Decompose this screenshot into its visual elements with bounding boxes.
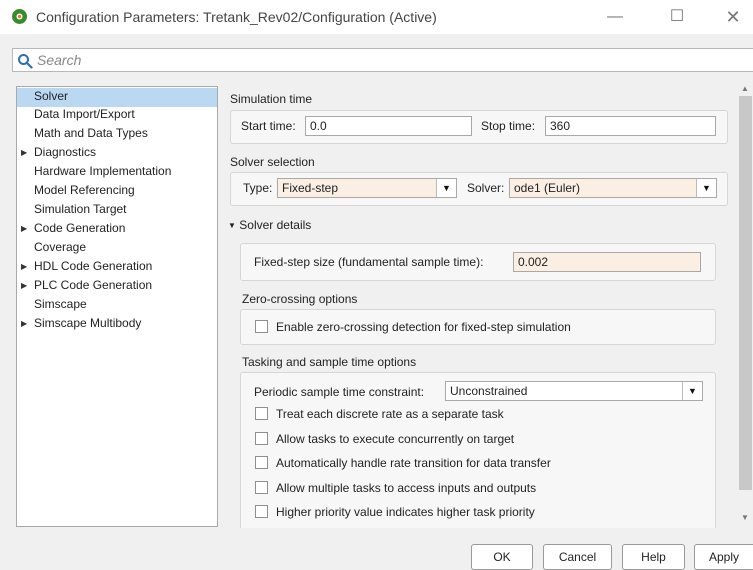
separate-task-label: Treat each discrete rate as a separate t…	[276, 407, 504, 421]
stop-time-label: Stop time:	[481, 119, 536, 133]
solver-details-toggle[interactable]: ▼ Solver details	[228, 218, 311, 232]
dropdown-arrow-icon[interactable]: ▼	[682, 382, 702, 400]
tree-item-simscape-multibody[interactable]: ▶ Simscape Multibody	[17, 315, 217, 334]
solver-select[interactable]: ode1 (Euler) ▼	[509, 178, 717, 198]
tree-item-plc-code-generation[interactable]: ▶ PLC Code Generation	[17, 277, 217, 296]
tree-item-simulation-target[interactable]: Simulation Target	[17, 201, 217, 220]
higher-priority-label: Higher priority value indicates higher t…	[276, 505, 535, 519]
start-time-label: Start time:	[241, 119, 296, 133]
fixed-step-group: Fixed-step size (fundamental sample time…	[240, 243, 716, 281]
start-time-field[interactable]: 0.0	[305, 116, 472, 136]
fixed-step-size-label: Fixed-step size (fundamental sample time…	[254, 255, 484, 269]
expand-arrow-icon[interactable]: ▶	[21, 315, 27, 332]
tasking-title: Tasking and sample time options	[242, 355, 417, 369]
dropdown-arrow-icon[interactable]: ▼	[696, 179, 716, 197]
tree-item-label: Model Referencing	[34, 183, 135, 197]
rate-transition-label: Automatically handle rate transition for…	[276, 456, 551, 470]
tree-item-label: Hardware Implementation	[34, 164, 172, 178]
expand-arrow-icon[interactable]: ▶	[21, 258, 27, 275]
search-input[interactable]	[37, 50, 737, 70]
collapse-arrow-icon[interactable]: ▼	[228, 221, 236, 230]
concurrent-tasks-checkbox[interactable]	[255, 432, 268, 445]
enable-zero-crossing-checkbox[interactable]	[255, 320, 268, 333]
tree-item-code-generation[interactable]: ▶ Code Generation	[17, 220, 217, 239]
tree-item-label: Code Generation	[34, 221, 126, 235]
solver-type-label: Type:	[243, 181, 273, 195]
solver-settings-pane: Simulation time Start time: 0.0 Stop tim…	[226, 80, 736, 528]
solver-selection-title: Solver selection	[230, 155, 315, 169]
solver-value: ode1 (Euler)	[514, 181, 581, 195]
tree-item-label: Data Import/Export	[34, 107, 135, 121]
tree-item-hardware-implementation[interactable]: Hardware Implementation	[17, 163, 217, 182]
zero-crossing-group: Enable zero-crossing detection for fixed…	[240, 309, 716, 345]
solver-label: Solver:	[467, 181, 505, 195]
tree-item-coverage[interactable]: Coverage	[17, 239, 217, 258]
search-icon	[18, 54, 33, 69]
simulation-time-title: Simulation time	[230, 92, 313, 106]
scroll-thumb[interactable]	[739, 96, 752, 490]
close-button[interactable]: ✕	[721, 6, 745, 28]
periodic-constraint-value: Unconstrained	[450, 384, 528, 398]
tree-item-hdl-code-generation[interactable]: ▶ HDL Code Generation	[17, 258, 217, 277]
tree-item-label: HDL Code Generation	[34, 259, 153, 273]
cancel-button[interactable]: Cancel	[543, 544, 612, 570]
expand-arrow-icon[interactable]: ▶	[21, 144, 27, 161]
multiple-tasks-io-checkbox[interactable]	[255, 481, 268, 494]
stop-time-field[interactable]: 360	[545, 116, 716, 136]
apply-button[interactable]: Apply	[694, 544, 753, 570]
tree-item-label: Coverage	[34, 240, 87, 254]
periodic-constraint-select[interactable]: Unconstrained ▼	[445, 381, 703, 401]
fixed-step-size-field[interactable]: 0.002	[513, 252, 701, 272]
concurrent-tasks-label: Allow tasks to execute concurrently on t…	[276, 432, 515, 446]
higher-priority-checkbox[interactable]	[255, 505, 268, 518]
scroll-down-icon[interactable]: ▼	[741, 513, 749, 522]
tree-item-math-and-data-types[interactable]: Math and Data Types	[17, 125, 217, 144]
maximize-button[interactable]: ☐	[665, 6, 689, 28]
solver-type-value: Fixed-step	[282, 181, 339, 195]
tree-item-label: Simscape	[34, 297, 87, 311]
help-button[interactable]: Help	[622, 544, 685, 570]
rate-transition-checkbox[interactable]	[255, 456, 268, 469]
multiple-tasks-io-label: Allow multiple tasks to access inputs an…	[276, 481, 537, 495]
tasking-group: Periodic sample time constraint: Unconst…	[240, 372, 716, 528]
solver-type-select[interactable]: Fixed-step ▼	[277, 178, 457, 198]
tree-item-label: Diagnostics	[34, 145, 97, 159]
category-tree: Solver Data Import/Export Math and Data …	[16, 86, 218, 527]
periodic-constraint-label: Periodic sample time constraint:	[254, 385, 425, 399]
tree-item-data-import-export[interactable]: Data Import/Export	[17, 106, 217, 125]
enable-zero-crossing-label: Enable zero-crossing detection for fixed…	[276, 320, 571, 334]
tree-item-label: Math and Data Types	[34, 126, 148, 140]
expand-arrow-icon[interactable]: ▶	[21, 277, 27, 294]
window-title: Configuration Parameters: Tretank_Rev02/…	[36, 9, 437, 25]
tree-item-label: Simulation Target	[34, 202, 127, 216]
tree-item-model-referencing[interactable]: Model Referencing	[17, 182, 217, 201]
tree-item-solver[interactable]: Solver	[17, 88, 217, 107]
simulink-app-icon	[12, 9, 27, 24]
zero-crossing-title: Zero-crossing options	[242, 292, 358, 306]
tree-item-label: Solver	[34, 89, 69, 103]
solver-selection-group: Type: Fixed-step ▼ Solver: ode1 (Euler) …	[230, 172, 728, 206]
solver-details-title: Solver details	[239, 218, 312, 232]
tree-item-label: PLC Code Generation	[34, 278, 153, 292]
minimize-button[interactable]: —	[603, 6, 627, 28]
separate-task-checkbox[interactable]	[255, 407, 268, 420]
ok-button[interactable]: OK	[471, 544, 533, 570]
scroll-up-icon[interactable]: ▲	[741, 84, 749, 93]
dropdown-arrow-icon[interactable]: ▼	[436, 179, 456, 197]
tree-item-label: Simscape Multibody	[34, 316, 142, 330]
search-box[interactable]	[12, 48, 753, 72]
expand-arrow-icon[interactable]: ▶	[21, 220, 27, 237]
tree-item-simscape[interactable]: Simscape	[17, 296, 217, 315]
tree-item-diagnostics[interactable]: ▶ Diagnostics	[17, 144, 217, 163]
simulation-time-group: Start time: 0.0 Stop time: 360	[230, 110, 728, 144]
